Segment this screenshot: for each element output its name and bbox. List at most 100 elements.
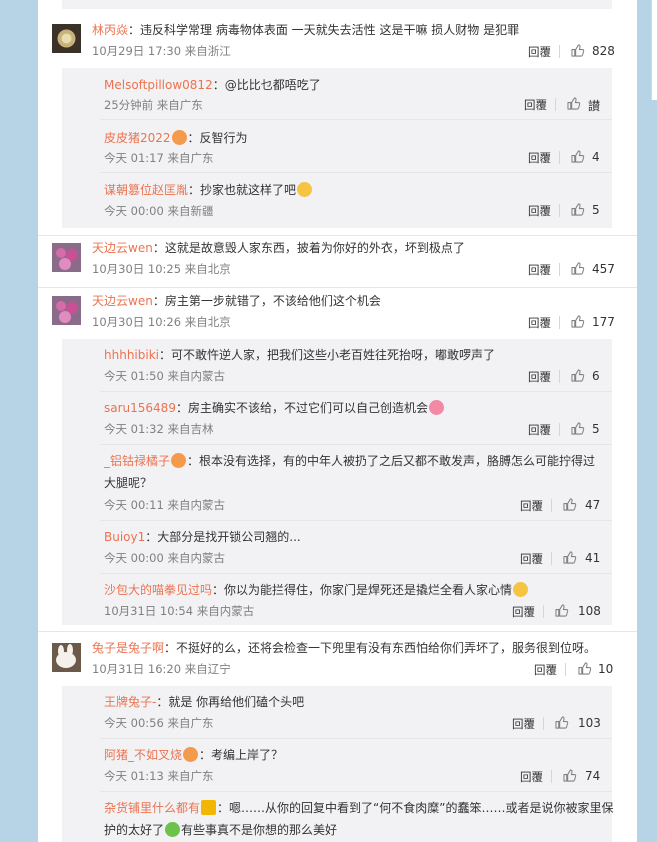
reply-button[interactable]: 回覆 <box>528 422 551 438</box>
reply-button[interactable]: 回覆 <box>534 662 557 678</box>
timestamp: 今天 00:56 来自广东 <box>104 716 214 730</box>
reply-button[interactable]: 回覆 <box>520 498 543 514</box>
divider <box>100 172 612 173</box>
avatar[interactable] <box>52 24 81 53</box>
username[interactable]: 天边云wen <box>92 294 153 308</box>
like-count: 讃 <box>588 99 601 113</box>
username[interactable]: 天边云wen <box>92 241 153 255</box>
username[interactable]: 王牌兔子- <box>104 695 156 709</box>
divider <box>100 391 612 392</box>
thumbs-up-icon[interactable] <box>571 150 585 163</box>
username[interactable]: 杂货铺里什么都有 <box>104 801 200 815</box>
timestamp: 今天 00:11 来自内蒙古 <box>104 498 225 512</box>
username[interactable]: _铝钴禄橘子 <box>104 454 170 468</box>
reply-button[interactable]: 回覆 <box>528 203 551 219</box>
emoji-icon <box>428 400 444 415</box>
username[interactable]: Buioy1 <box>104 530 145 544</box>
username[interactable]: hhhhibiki <box>104 348 159 362</box>
reply-button[interactable]: 回覆 <box>520 769 543 785</box>
emoji-icon <box>183 747 199 762</box>
reply-box-edge <box>62 0 612 9</box>
thumbs-up-icon[interactable] <box>571 369 585 382</box>
username[interactable]: 兔子是兔子啊 <box>92 641 164 655</box>
divider <box>100 444 612 445</box>
divider <box>543 605 544 618</box>
reply-button[interactable]: 回覆 <box>528 369 551 385</box>
thumbs-up-icon[interactable] <box>563 551 577 564</box>
comment-text: ：违反科学常理 病毒物体表面 一天就失去活性 这是干嘛 损人财物 是犯罪 <box>128 23 520 37</box>
divider <box>559 370 560 383</box>
reply-text-continued: 大腿呢？ <box>104 476 153 490</box>
divider <box>559 263 560 276</box>
thumbs-up-icon[interactable] <box>571 315 585 328</box>
vip-badge-icon <box>201 800 217 815</box>
divider <box>38 235 637 236</box>
timestamp: 今天 00:00 来自内蒙古 <box>104 551 225 565</box>
like-count: 828 <box>592 44 615 58</box>
divider <box>559 316 560 329</box>
divider <box>100 738 612 739</box>
divider <box>559 151 560 164</box>
reply-button[interactable]: 回覆 <box>528 315 551 331</box>
username[interactable]: 皮皮猪2022 <box>104 131 171 145</box>
like-count: 47 <box>585 498 601 512</box>
frog-emoji-icon <box>165 822 181 837</box>
comment-text: ：不挺好的么，还将会检查一下兜里有没有东西怕给你们弄坏了，服务很到位呀。 <box>164 641 597 655</box>
thumbs-up-icon[interactable] <box>555 716 569 729</box>
thumbs-up-icon[interactable] <box>571 44 585 57</box>
side-widget-edge <box>651 0 657 100</box>
reply-text: ：可不敢忤逆人家，把我们这些小老百姓往死抬呀，嘟敢啰声了 <box>159 348 496 362</box>
reply-button[interactable]: 回覆 <box>512 716 535 732</box>
thumbs-up-icon[interactable] <box>555 604 569 617</box>
divider <box>551 770 552 783</box>
comment-text: ：房主第一步就错了，不该给他们这个机会 <box>152 294 381 308</box>
emoji-icon <box>171 130 187 145</box>
divider <box>559 423 560 436</box>
timestamp: 今天 01:32 来自吉林 <box>104 422 214 436</box>
reply-button[interactable]: 回覆 <box>528 150 551 166</box>
thumbs-up-icon[interactable] <box>578 662 592 675</box>
reply-text: ：@比比乜都唔吃了 <box>212 78 321 92</box>
divider <box>559 45 560 58</box>
reply-button[interactable]: 回覆 <box>512 604 535 620</box>
thumbs-up-icon[interactable] <box>571 203 585 216</box>
divider <box>100 119 612 120</box>
divider <box>565 663 566 676</box>
avatar[interactable] <box>52 643 81 672</box>
thumbs-up-icon[interactable] <box>567 97 581 110</box>
reply-button[interactable]: 回覆 <box>528 44 551 60</box>
reply-button[interactable]: 回覆 <box>524 97 547 113</box>
timestamp: 10月29日 17:30 来自浙江 <box>92 44 231 58</box>
reply-text: ：大部分是找开锁公司翘的... <box>145 530 301 544</box>
reply-button[interactable]: 回覆 <box>528 262 551 278</box>
like-count: 41 <box>585 551 601 565</box>
reply-text: ：抄家也就这样了吧 <box>188 183 297 197</box>
divider <box>543 717 544 730</box>
like-count: 5 <box>592 203 600 217</box>
divider <box>38 631 637 632</box>
reply-text-continued: 有些事真不是你想的那么美好 <box>181 823 338 837</box>
timestamp: 10月30日 10:26 来自北京 <box>92 315 231 329</box>
reply-button[interactable]: 回覆 <box>520 551 543 567</box>
username[interactable]: 林丙焱 <box>92 23 128 37</box>
username[interactable]: 阿猪_不如叉烧 <box>104 748 182 762</box>
timestamp: 25分钟前 来自广东 <box>104 98 203 112</box>
thumbs-up-icon[interactable] <box>563 498 577 511</box>
like-count: 10 <box>598 662 614 676</box>
thumbs-up-icon[interactable] <box>571 422 585 435</box>
like-count: 177 <box>592 315 615 329</box>
username[interactable]: saru156489 <box>104 401 176 415</box>
avatar[interactable] <box>52 296 81 325</box>
thumbs-up-icon[interactable] <box>571 262 585 275</box>
timestamp: 10月31日 16:20 来自辽宁 <box>92 662 231 676</box>
username[interactable]: Melsoftpillow0812 <box>104 78 213 92</box>
username[interactable]: 谋朝篡位赵匡胤 <box>104 183 188 197</box>
reply-text: ：考编上岸了？ <box>199 748 284 762</box>
avatar[interactable] <box>52 243 81 272</box>
username[interactable]: 沙包大的喵拳见过吗 <box>104 583 212 597</box>
emoji-icon <box>297 182 313 197</box>
reply-text: ：就是 你再给他们磕个头吧 <box>156 695 305 709</box>
timestamp: 10月30日 10:25 来自北京 <box>92 262 231 276</box>
divider <box>100 573 612 574</box>
thumbs-up-icon[interactable] <box>563 769 577 782</box>
